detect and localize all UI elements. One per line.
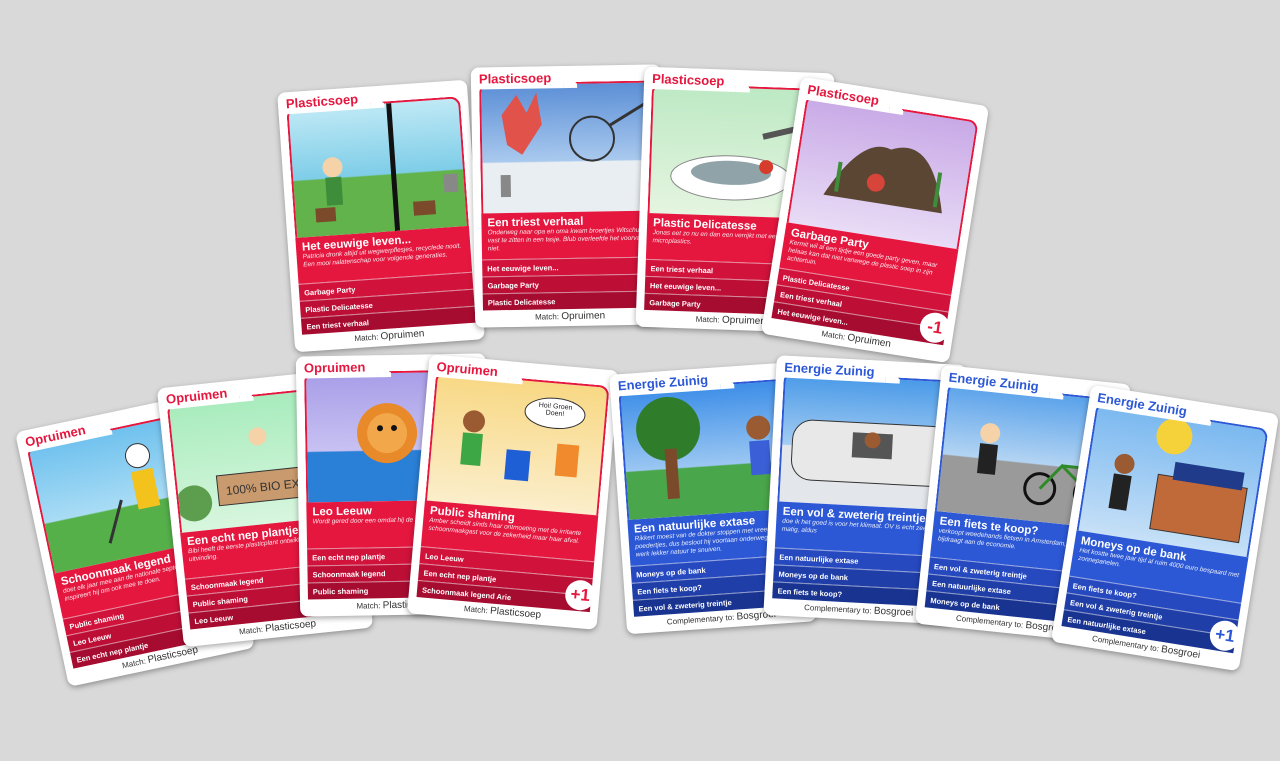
footer-value: Opruimen xyxy=(721,314,767,328)
recycling-bin-illustration xyxy=(460,397,586,482)
card-illustration xyxy=(479,80,656,214)
card-category-tab: Plasticsoep xyxy=(470,66,564,90)
card-illustration: Hoi! Groen Doen! xyxy=(424,370,610,516)
card-illustration xyxy=(286,96,469,239)
card-panel: Het eeuwige leven... Patricia dronk altij… xyxy=(295,225,476,335)
card-category-tab: Plasticsoep xyxy=(643,66,737,92)
card-combo-row: Plastic Delicatesse xyxy=(482,290,657,311)
card-category-tab: Opruimen xyxy=(295,355,378,379)
footer-value: Plasticsoep xyxy=(489,605,542,621)
footer-label: Match: xyxy=(121,656,147,671)
card-moneys-op-de-bank[interactable]: Moneys op de bank Het kostte twee jaar ti… xyxy=(1050,384,1280,672)
footer-label: Complementary to: xyxy=(803,602,872,616)
footer-label: Match: xyxy=(354,332,379,344)
footer-label: Match: xyxy=(463,604,489,616)
card-public-shaming[interactable]: Hoi! Groen Doen! Public shaming Amber sch… xyxy=(407,354,619,630)
footer-label: Match: xyxy=(695,314,720,325)
footer-value: Opruimen xyxy=(380,328,425,343)
footer-label: Match: xyxy=(534,312,560,322)
footer-label: Match: xyxy=(238,624,264,637)
card-description: Onderweg naar opa en oma kwam broertjes … xyxy=(487,226,643,253)
fishnet-illustration xyxy=(500,92,648,198)
footer-value: Bosgroei xyxy=(873,605,914,619)
card-het-eeuwige-leven[interactable]: Het eeuwige leven... Patricia dronk altij… xyxy=(277,79,485,353)
footer-label: Complementary to: xyxy=(666,612,735,627)
card-garbage-party[interactable]: Garbage Party Kermit wil al een tijdje ee… xyxy=(760,76,990,364)
footer-label: Match: xyxy=(820,329,846,342)
footer-value: Opruimen xyxy=(561,310,606,323)
footer-label: Match: xyxy=(356,601,381,611)
card-panel: Een triest verhaal Onderweg naar opa en o… xyxy=(481,210,657,311)
graveyard-illustration xyxy=(315,103,459,232)
